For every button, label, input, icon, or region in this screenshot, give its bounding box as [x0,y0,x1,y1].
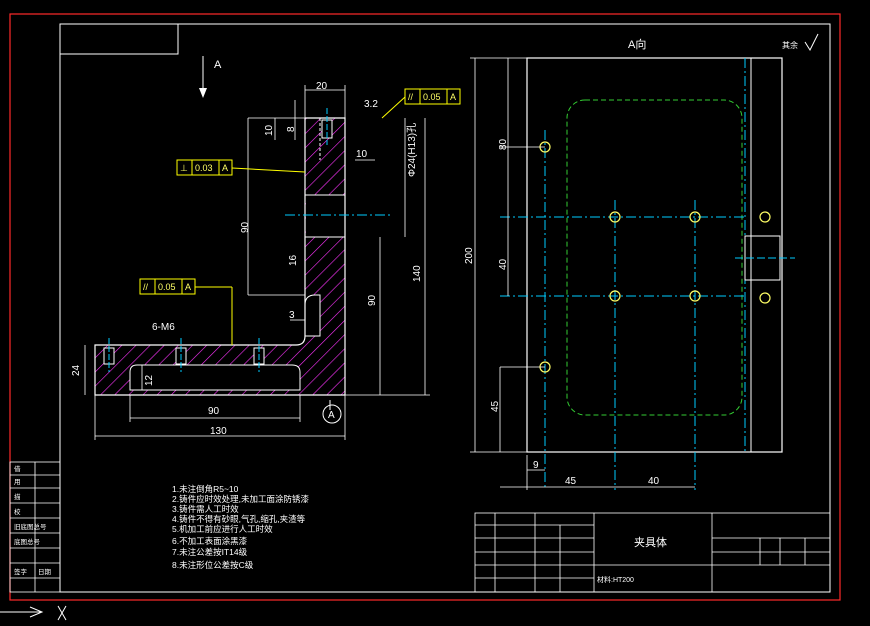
tolerance-frame-3: // 0.05 A [139,278,233,345]
tolerance-frame-1: // 0.05 A [381,88,461,119]
drawing-canvas: A 20 10 8 10 Φ24(H13)孔 90 16 140 90 3 24… [0,13,841,621]
view-arrow-label: A [214,59,222,71]
svg-text:3.2: 3.2 [364,99,378,110]
svg-text:10: 10 [356,149,368,160]
svg-text:8: 8 [286,126,297,132]
svg-text:90: 90 [367,294,378,306]
svg-text:90: 90 [240,221,251,233]
svg-text:描: 描 [14,492,21,501]
svg-text:底图总号: 底图总号 [14,537,41,546]
svg-text:5.机加工前应进行人工时效: 5.机加工前应进行人工时效 [172,524,273,534]
svg-text:签字: 签字 [14,567,28,576]
svg-text:140: 140 [412,265,423,282]
svg-text:4.铸件不得有砂眼,气孔,缩孔,夹渣等: 4.铸件不得有砂眼,气孔,缩孔,夹渣等 [172,514,306,524]
svg-text:⊥: ⊥ [180,163,188,173]
svg-text:7.未注公差按IT14级: 7.未注公差按IT14级 [172,547,248,557]
svg-text:10: 10 [264,124,275,136]
svg-text:80: 80 [498,138,509,150]
svg-text:24: 24 [71,364,82,376]
svg-text:20: 20 [316,81,328,92]
svg-text:A: A [328,410,335,421]
side-table-text: 借 用 描 校 旧底图总号 底图总号 签字 日期 [14,464,52,576]
roughness-other: 其余 [782,40,798,50]
svg-text:45: 45 [565,476,577,487]
material: 材料:HT200 [597,575,634,584]
top-view: A向 其余 [500,33,819,490]
svg-text:0.05: 0.05 [423,92,441,102]
datum-marker: A [322,404,342,424]
svg-text:9: 9 [533,460,539,471]
svg-text:2.铸件应时效处理,未加工面涂防锈漆: 2.铸件应时效处理,未加工面涂防锈漆 [172,494,309,504]
corner-code-box [59,23,179,55]
svg-text:Φ24(H13)孔: Φ24(H13)孔 [406,123,418,177]
svg-text:8.未注形位公差按C级: 8.未注形位公差按C级 [172,560,254,570]
technical-notes: 1.未注倒角R5~10 2.铸件应时效处理,未加工面涂防锈漆 3.铸件需人工时效… [172,484,309,570]
svg-text:A: A [222,163,228,173]
svg-text:A: A [185,282,191,292]
svg-text:用: 用 [14,478,21,486]
svg-text:200: 200 [464,247,475,264]
svg-text:校: 校 [14,507,21,516]
svg-text:6.不加工表面涂黑漆: 6.不加工表面涂黑漆 [172,536,248,546]
svg-text:日期: 日期 [38,568,52,576]
svg-text:借: 借 [14,464,21,473]
svg-text:40: 40 [498,258,509,270]
top-view-dimension-text: 80 40 200 45 9 45 40 [464,138,660,487]
svg-text://: // [143,282,149,292]
svg-text:3.铸件需人工时效: 3.铸件需人工时效 [172,504,239,514]
svg-text:6-M6: 6-M6 [152,322,175,333]
title-block [474,512,831,593]
svg-text://: // [408,92,414,102]
svg-text:A向: A向 [628,37,646,51]
svg-text:0.03: 0.03 [195,163,213,173]
svg-text:1.未注倒角R5~10: 1.未注倒角R5~10 [172,484,239,494]
section-view [94,108,390,410]
drawing-name: 夹具体 [634,535,667,549]
svg-text:0.05: 0.05 [158,282,176,292]
view-direction-arrow: A [199,56,222,98]
svg-text:40: 40 [648,476,660,487]
ucs-icon [0,605,67,621]
svg-text:A: A [450,92,456,102]
svg-text:旧底图总号: 旧底图总号 [14,522,47,531]
svg-text:12: 12 [144,374,155,386]
svg-text:90: 90 [208,406,220,417]
svg-text:16: 16 [288,254,299,266]
tolerance-frame-2: ⊥ 0.03 A [176,159,306,176]
top-view-dimensions [470,57,695,490]
svg-text:130: 130 [210,426,227,437]
svg-text:45: 45 [490,400,501,412]
svg-text:3: 3 [289,310,295,321]
